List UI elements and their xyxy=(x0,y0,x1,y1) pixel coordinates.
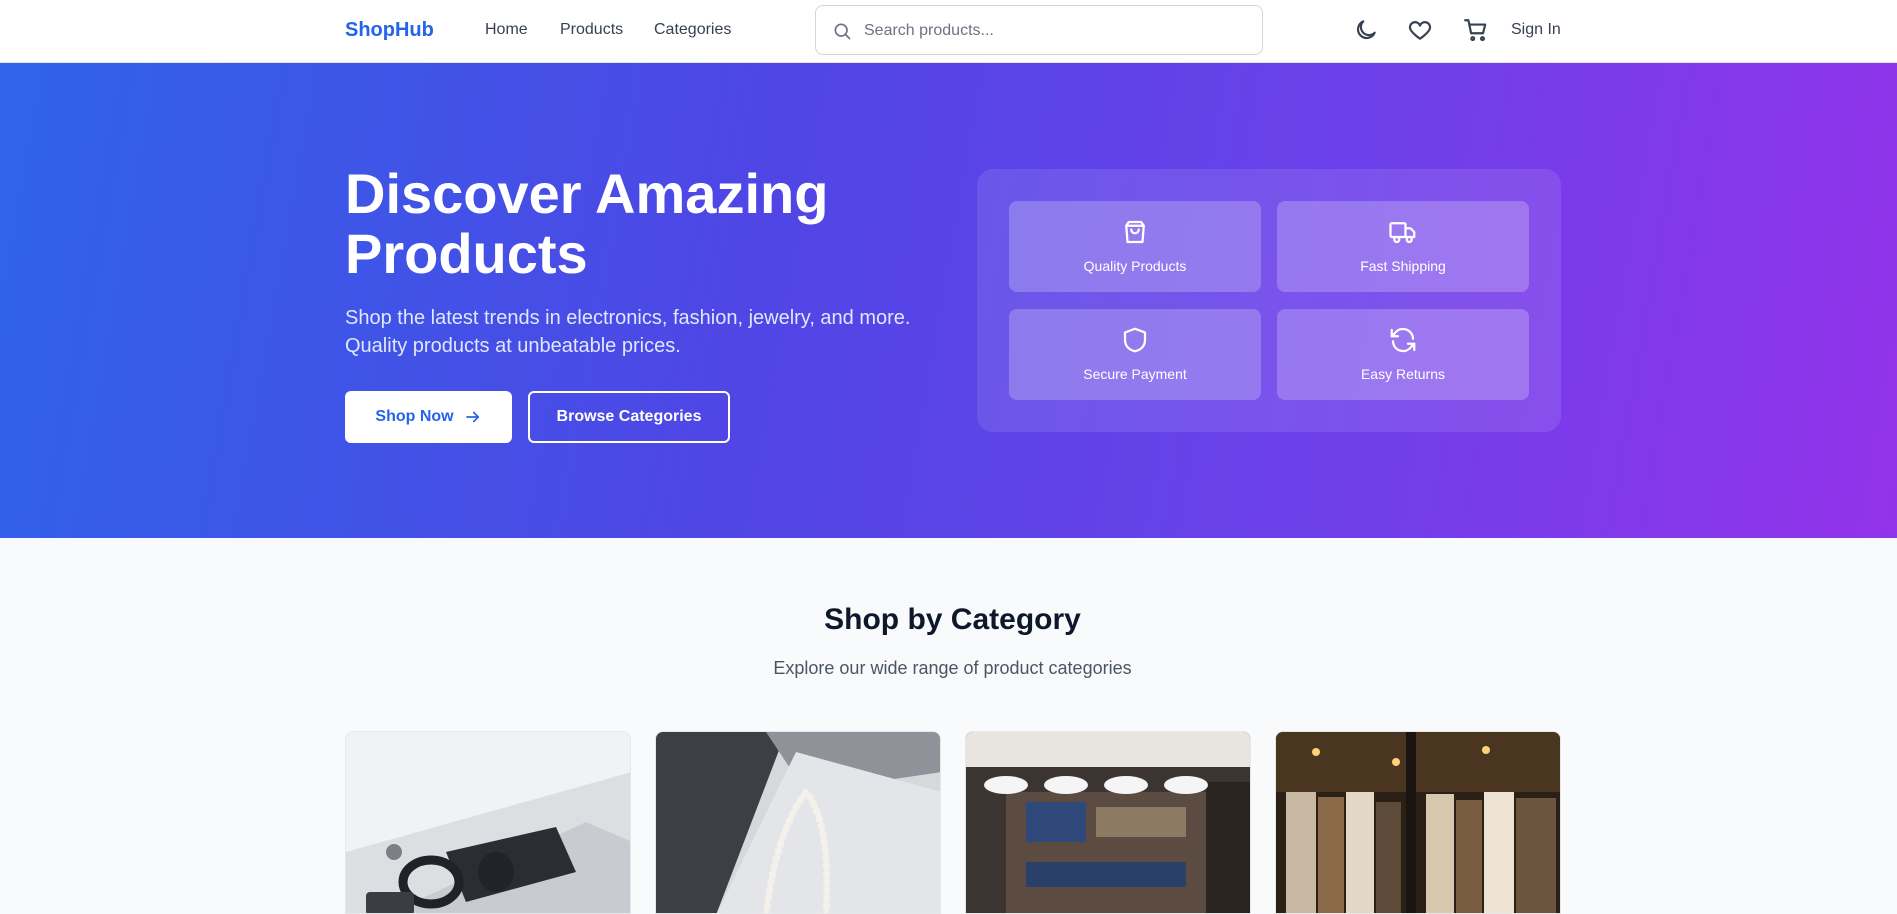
refresh-icon xyxy=(1390,327,1416,353)
logo[interactable]: ShopHub xyxy=(345,19,434,42)
feature-label: Fast Shipping xyxy=(1360,258,1446,274)
nav-products[interactable]: Products xyxy=(560,21,623,39)
moon-icon[interactable] xyxy=(1353,17,1379,43)
clothing-rack-image xyxy=(1276,732,1560,913)
shopping-bag-icon xyxy=(1125,220,1145,244)
feature-label: Quality Products xyxy=(1083,258,1187,274)
features-panel: Quality Products Fast Shipping Secure Pa… xyxy=(977,169,1561,432)
category-card-clothing[interactable] xyxy=(1275,731,1561,914)
hero-title: Discover Amazing Products xyxy=(345,164,905,284)
hero-subtitle-line-2: Quality products at unbeatable prices. xyxy=(345,335,681,357)
store-interior-image xyxy=(966,732,1250,913)
section-title: Shop by Category xyxy=(824,603,1081,636)
cart-icon[interactable] xyxy=(1463,17,1489,43)
hero-title-line-2: Products xyxy=(345,222,588,285)
shop-now-button[interactable]: Shop Now xyxy=(345,391,512,443)
electronics-image xyxy=(346,732,630,913)
hero-title-line-1: Discover Amazing xyxy=(345,162,829,225)
shield-icon xyxy=(1123,327,1147,353)
feature-fast-shipping: Fast Shipping xyxy=(1277,201,1529,292)
nav-home[interactable]: Home xyxy=(485,21,528,39)
feature-label: Easy Returns xyxy=(1360,366,1446,382)
feature-quality-products: Quality Products xyxy=(1009,201,1261,292)
arrow-right-icon xyxy=(465,411,479,423)
shop-now-label: Shop Now xyxy=(375,408,454,425)
hero-subtitle-line-1: Shop the latest trends in electronics, f… xyxy=(345,307,911,329)
sign-in-link[interactable]: Sign In xyxy=(1511,21,1561,39)
hero-section: Discover Amazing Products Shop the lates… xyxy=(0,63,1897,538)
category-card-jewelry[interactable] xyxy=(655,731,941,914)
category-card-electronics[interactable] xyxy=(345,731,631,914)
category-card-store[interactable] xyxy=(965,731,1251,914)
browse-categories-button[interactable]: Browse Categories xyxy=(528,391,730,443)
search-bar[interactable] xyxy=(815,5,1263,55)
heart-icon[interactable] xyxy=(1407,17,1433,43)
search-icon xyxy=(834,23,851,40)
truck-icon xyxy=(1389,222,1416,244)
feature-secure-payment: Secure Payment xyxy=(1009,309,1261,400)
feature-label: Secure Payment xyxy=(1083,366,1187,382)
feature-easy-returns: Easy Returns xyxy=(1277,309,1529,400)
browse-categories-label: Browse Categories xyxy=(556,408,702,425)
search-input[interactable] xyxy=(864,18,1244,44)
nav-categories[interactable]: Categories xyxy=(654,21,731,39)
section-subtitle: Explore our wide range of product catego… xyxy=(773,658,1132,678)
top-navigation-bar: ShopHub Home Products Categories Sign In xyxy=(0,0,1897,63)
jewelry-image xyxy=(656,732,940,913)
hero-subtitle: Shop the latest trends in electronics, f… xyxy=(345,304,945,360)
